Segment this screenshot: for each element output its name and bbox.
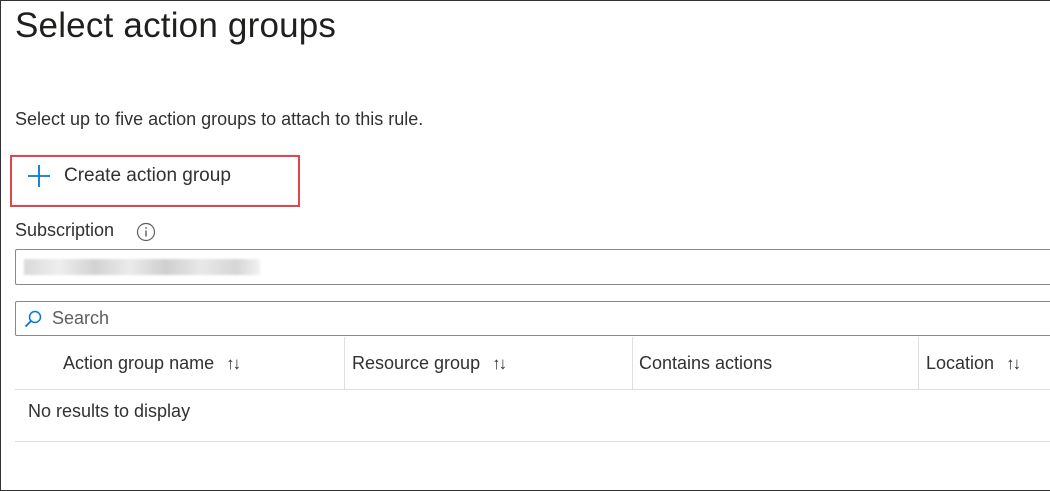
column-header-label: Contains actions xyxy=(639,353,773,373)
create-action-group-label: Create action group xyxy=(64,165,231,186)
column-header-location[interactable]: Location ↑↓ xyxy=(918,337,1050,390)
description-text: Select up to five action groups to attac… xyxy=(15,109,424,129)
create-action-group-button[interactable]: Create action group xyxy=(10,155,300,207)
empty-state-message: No results to display xyxy=(28,401,191,421)
column-header-resource-group[interactable]: Resource group ↑↓ xyxy=(344,337,632,390)
empty-state-row: No results to display xyxy=(15,390,1050,442)
column-header-action-group-name[interactable]: Action group name ↑↓ xyxy=(63,337,343,390)
subscription-value-redacted xyxy=(24,259,260,275)
subscription-dropdown[interactable] xyxy=(15,249,1050,285)
column-header-label: Action group name xyxy=(63,353,215,373)
search-input[interactable] xyxy=(52,308,452,329)
subscription-label: Subscription xyxy=(15,220,115,240)
page-title: Select action groups xyxy=(15,6,337,45)
search-field[interactable] xyxy=(15,301,1050,336)
info-icon[interactable] xyxy=(136,222,156,242)
sort-icon[interactable]: ↑↓ xyxy=(1006,354,1021,374)
column-header-label: Resource group xyxy=(352,353,481,373)
column-header-label: Location xyxy=(926,353,995,373)
table-header: Action group name ↑↓ Resource group ↑↓ C… xyxy=(15,337,1050,390)
sort-icon[interactable]: ↑↓ xyxy=(492,354,507,374)
plus-icon xyxy=(28,165,50,187)
sort-icon[interactable]: ↑↓ xyxy=(226,354,241,374)
search-icon xyxy=(24,310,42,328)
column-header-contains-actions[interactable]: Contains actions xyxy=(632,337,918,390)
